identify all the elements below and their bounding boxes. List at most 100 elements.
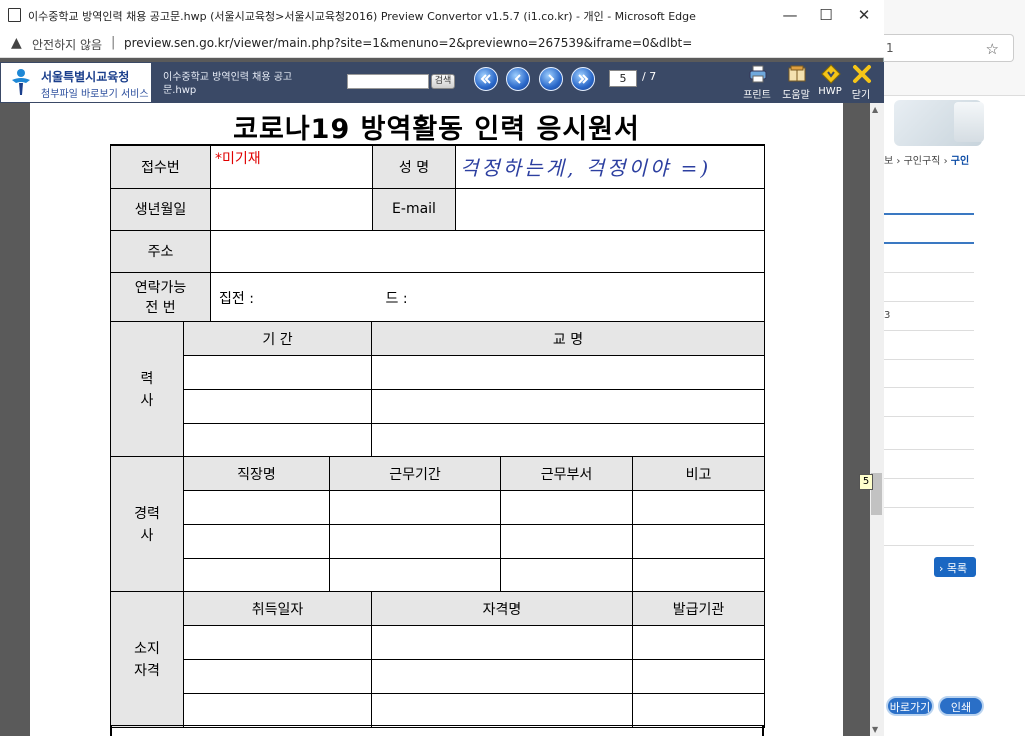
divider: [884, 545, 974, 546]
page-icon: [8, 8, 21, 22]
org-name: 서울특별시교육청: [41, 70, 130, 84]
document-viewer[interactable]: 코로나19 방역활동 인력 응시원서 접수번 *미기재 성 명 걱정하는게, 걱…: [0, 103, 870, 736]
cert-cell[interactable]: [371, 659, 633, 694]
next-page-button[interactable]: [539, 67, 563, 91]
education-school-cell[interactable]: [371, 355, 765, 390]
career-cell[interactable]: [329, 558, 501, 593]
receipt-no-value: *미기재: [210, 144, 373, 189]
divider: [884, 416, 974, 417]
cert-cell[interactable]: [632, 659, 765, 694]
career-cell[interactable]: [500, 524, 633, 559]
edge-popup-window: 이수중학교 방역인력 채용 공고문.hwp (서울시교육청>서울시교육청2016…: [0, 0, 884, 736]
career-cell[interactable]: [500, 490, 633, 525]
double-chevron-right-icon: [578, 74, 589, 84]
career-cell[interactable]: [183, 490, 330, 525]
email-label: E-mail: [372, 187, 456, 231]
scroll-down-arrow-icon[interactable]: ▼: [872, 725, 878, 734]
career-label: 경력 사: [110, 456, 184, 593]
chevron-right-icon: [548, 74, 555, 84]
favorite-star-icon[interactable]: ☆: [986, 40, 999, 58]
career-cell[interactable]: [500, 558, 633, 593]
background-browser-page: 1 ☆ 보 › 구인구직 › 구인 3 › 목록 바로가기 인쇄: [884, 0, 1025, 736]
prev-page-button[interactable]: [506, 67, 530, 91]
divider: [884, 301, 974, 302]
cert-cell[interactable]: [371, 693, 633, 728]
close-tool-button[interactable]: 닫기: [844, 64, 878, 102]
page-total: / 7: [642, 70, 657, 83]
career-cell[interactable]: [632, 524, 765, 559]
document-title: 이수중학교 방역인력 채용 공고문.hwp: [163, 72, 293, 96]
print-tool-button[interactable]: 프린트: [740, 64, 774, 102]
education-table: 력 사 기 간 교 명: [110, 321, 765, 458]
divider: [884, 330, 974, 331]
background-breadcrumb: 보 › 구인구직 › 구인: [884, 152, 969, 167]
breadcrumb-item[interactable]: 보: [884, 156, 893, 167]
form-bottom-row: [110, 725, 764, 736]
background-banner-image: [954, 102, 984, 142]
maximize-button[interactable]: ☐: [806, 3, 846, 27]
cert-cell[interactable]: [632, 625, 765, 660]
home-phone-cell[interactable]: 집전 :: [210, 271, 456, 325]
hwp-tool-button[interactable]: HWP: [813, 64, 847, 102]
career-dept-header: 근무부서: [500, 456, 633, 491]
url-text[interactable]: preview.sen.go.kr/viewer/main.php?site=1…: [124, 36, 692, 50]
cert-cell[interactable]: [183, 625, 372, 660]
search-input[interactable]: [347, 74, 429, 89]
cert-cell[interactable]: [632, 693, 765, 728]
education-school-cell[interactable]: [371, 423, 765, 458]
seoul-edu-logo-icon: [12, 69, 30, 95]
education-period-cell[interactable]: [183, 355, 372, 390]
minimize-button[interactable]: —: [770, 3, 810, 27]
background-address-bar[interactable]: 1 ☆: [884, 34, 1014, 62]
scroll-up-arrow-icon[interactable]: ▲: [872, 105, 878, 114]
career-period-header: 근무기간: [329, 456, 501, 491]
address-bar[interactable]: ▲ 안전하지 않음 | preview.sen.go.kr/viewer/mai…: [0, 30, 884, 58]
window-titlebar[interactable]: 이수중학교 방역인력 채용 공고문.hwp (서울시교육청>서울시교육청2016…: [0, 0, 884, 30]
career-cell[interactable]: [329, 490, 501, 525]
education-school-header: 교 명: [371, 321, 765, 356]
mobile-cell[interactable]: 드 :: [386, 271, 765, 325]
breadcrumb-item[interactable]: 구인구직: [904, 156, 941, 167]
close-window-button[interactable]: ✕: [844, 3, 884, 27]
career-label-line1: 경력: [134, 505, 160, 522]
security-status[interactable]: 안전하지 않음: [32, 36, 102, 53]
cert-cell[interactable]: [183, 693, 372, 728]
list-button[interactable]: › 목록: [934, 557, 976, 577]
career-cell[interactable]: [183, 524, 330, 559]
help-tool-label: 도움말: [782, 90, 810, 101]
cert-issuer-header: 발급기관: [632, 591, 765, 626]
education-period-cell[interactable]: [183, 389, 372, 424]
career-cell[interactable]: [632, 558, 765, 593]
divider: [884, 272, 974, 273]
shortcut-button[interactable]: 바로가기: [886, 696, 934, 716]
chevron-right-icon: ›: [896, 156, 904, 167]
org-logo[interactable]: 서울특별시교육청 첨부파일 바로보기 서비스: [1, 63, 151, 102]
receipt-no-note: *미기재: [215, 151, 261, 167]
page-number-input[interactable]: 5: [609, 70, 637, 87]
first-page-button[interactable]: [474, 67, 498, 91]
help-tool-button[interactable]: 도움말: [779, 64, 813, 102]
cert-cell[interactable]: [183, 659, 372, 694]
name-cell[interactable]: 걱정하는게, 걱정이야 =): [455, 144, 765, 189]
education-period-cell[interactable]: [183, 423, 372, 458]
search-button[interactable]: 검색: [431, 74, 455, 89]
personal-info-table: 접수번 *미기재 성 명 걱정하는게, 걱정이야 =) 생년월일 E-mail …: [110, 144, 765, 325]
career-cell[interactable]: [183, 558, 330, 593]
print-button[interactable]: 인쇄: [938, 696, 984, 716]
career-cell[interactable]: [329, 524, 501, 559]
receipt-no-label: 접수번: [110, 144, 211, 189]
window-title: 이수중학교 방역인력 채용 공고문.hwp (서울시교육청>서울시교육청2016…: [28, 10, 696, 23]
last-page-button[interactable]: [571, 67, 595, 91]
vertical-scrollbar[interactable]: ▲ ▼: [870, 103, 884, 736]
career-cell[interactable]: [632, 490, 765, 525]
chevron-left-icon: [514, 74, 521, 84]
cert-cell[interactable]: [371, 625, 633, 660]
warning-icon[interactable]: ▲: [11, 35, 22, 51]
divider: [884, 507, 974, 508]
address-cell[interactable]: [210, 229, 765, 273]
double-chevron-left-icon: [480, 74, 491, 84]
email-cell[interactable]: [455, 187, 765, 231]
birth-cell[interactable]: [210, 187, 373, 231]
home-phone-label: 집전 :: [219, 291, 254, 307]
education-school-cell[interactable]: [371, 389, 765, 424]
